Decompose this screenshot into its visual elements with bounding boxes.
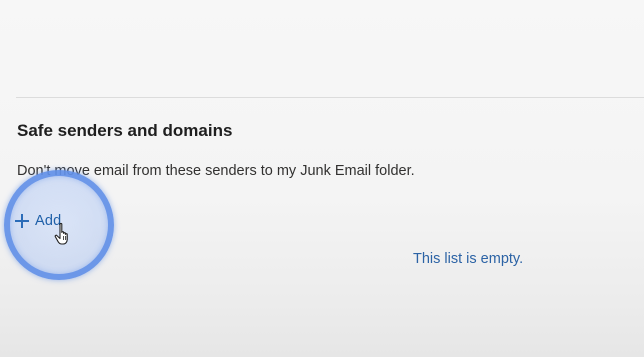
add-button[interactable]: Add bbox=[14, 208, 61, 234]
section-title: Safe senders and domains bbox=[17, 121, 233, 140]
add-button-label: Add bbox=[35, 213, 62, 229]
empty-list-message: This list is empty. bbox=[413, 251, 524, 267]
settings-page: Safe senders and domains Don't move emai… bbox=[0, 0, 644, 357]
plus-icon bbox=[14, 213, 30, 229]
section-description: Don't move email from these senders to m… bbox=[17, 163, 415, 179]
section-divider bbox=[16, 97, 644, 98]
